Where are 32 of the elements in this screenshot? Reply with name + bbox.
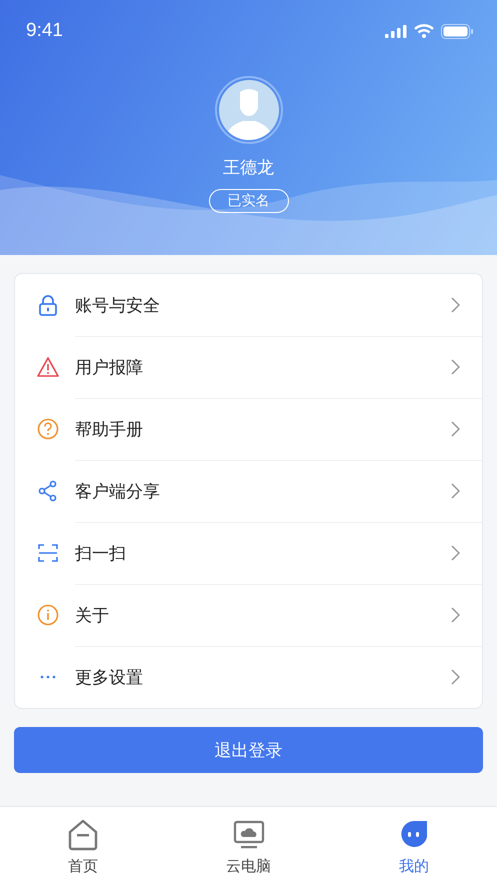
chevron-right-icon bbox=[451, 607, 460, 623]
menu-item[interactable]: 帮助手册 bbox=[15, 398, 482, 460]
tab-item[interactable]: 首页 bbox=[0, 807, 166, 883]
signal-icon bbox=[385, 24, 407, 38]
menu-item[interactable]: 关于 bbox=[15, 584, 482, 646]
chevron-right-icon bbox=[451, 669, 460, 685]
info-icon bbox=[37, 604, 59, 626]
menu-item[interactable]: 客户端分享 bbox=[15, 460, 482, 522]
help-icon bbox=[37, 418, 59, 440]
menu-item[interactable]: 扫一扫 bbox=[15, 522, 482, 584]
warning-icon bbox=[37, 356, 59, 378]
share-icon bbox=[37, 480, 59, 502]
chevron-right-icon bbox=[451, 545, 460, 561]
chevron-right-icon bbox=[451, 421, 460, 437]
battery-icon bbox=[441, 24, 473, 38]
menu-item[interactable]: 用户报障 bbox=[15, 336, 482, 398]
wifi-icon bbox=[414, 24, 434, 38]
scan-icon bbox=[37, 542, 59, 564]
more-icon bbox=[40, 675, 56, 679]
verified-badge: 已实名 bbox=[208, 189, 288, 213]
menu-item[interactable]: 更多设置 bbox=[15, 646, 482, 708]
status-time: 9:41 bbox=[26, 20, 63, 42]
logout-button[interactable]: 退出登录 bbox=[14, 727, 483, 773]
lock-icon bbox=[37, 294, 59, 316]
user-name: 王德龙 bbox=[223, 157, 274, 179]
chevron-right-icon bbox=[451, 359, 460, 375]
menu-item[interactable]: 账号与安全 bbox=[15, 274, 482, 336]
chevron-right-icon bbox=[451, 297, 460, 313]
chevron-right-icon bbox=[451, 483, 460, 499]
tab-item[interactable]: 云电脑 bbox=[166, 807, 332, 883]
tab-item[interactable]: 我的 bbox=[331, 807, 497, 883]
avatar-icon[interactable] bbox=[214, 76, 282, 144]
